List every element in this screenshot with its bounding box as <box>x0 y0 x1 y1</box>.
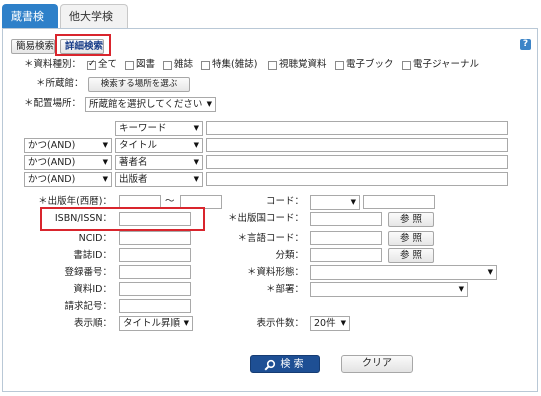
language-code-input[interactable] <box>310 231 382 245</box>
field-select-1[interactable]: キーワード ▼ <box>115 121 203 136</box>
field-select-4[interactable]: 出版者 ▼ <box>115 172 203 187</box>
keyword-input-3[interactable] <box>206 155 508 169</box>
checkbox-ebook[interactable] <box>335 61 344 70</box>
tab-library-search[interactable]: 蔵書検索 <box>2 4 58 47</box>
clear-button[interactable]: クリア <box>341 355 413 373</box>
chevron-down-icon: ▼ <box>193 124 199 132</box>
checkbox-ejournal-label: 電子ジャーナル <box>413 59 480 70</box>
shelf-label: ＊配置場所： <box>24 98 82 109</box>
reg-no-input[interactable] <box>119 265 191 279</box>
country-code-browse-button[interactable]: 参 照 <box>388 212 434 227</box>
chevron-down-icon: ▼ <box>193 141 199 149</box>
search-button-label: 検 索 <box>280 359 304 370</box>
field-select-1-value: キーワード <box>119 123 167 134</box>
chevron-down-icon: ▼ <box>102 141 108 149</box>
field-select-3[interactable]: 著者名 ▼ <box>115 155 203 170</box>
material-form-select[interactable]: ▼ <box>310 265 497 280</box>
classification-browse-button[interactable]: 参 照 <box>388 248 434 263</box>
display-count-select[interactable]: 20件 ▼ <box>310 316 350 331</box>
material-id-label: 資料ID： <box>73 284 112 295</box>
operator-select-4[interactable]: かつ(AND) ▼ <box>24 172 112 187</box>
chevron-down-icon: ▼ <box>458 285 464 293</box>
keyword-input-2[interactable] <box>206 138 508 152</box>
bib-id-label: 書誌ID： <box>73 250 112 261</box>
checkbox-audiovisual-label: 視聴覚資料 <box>279 59 327 70</box>
highlight-detail-search <box>55 34 111 56</box>
select-location-button[interactable]: 検索する場所を選ぶ <box>88 77 190 92</box>
shelf-select-value: 所蔵館を選択してください <box>89 99 203 110</box>
chevron-down-icon: ▼ <box>183 319 189 327</box>
display-count-value: 20件 <box>314 318 336 329</box>
ncid-input[interactable] <box>119 231 191 245</box>
chevron-down-icon: ▼ <box>102 158 108 166</box>
operator-select-2[interactable]: かつ(AND) ▼ <box>24 138 112 153</box>
field-select-2[interactable]: タイトル ▼ <box>115 138 203 153</box>
checkbox-special-issue[interactable] <box>201 61 210 70</box>
department-select[interactable]: ▼ <box>310 282 468 297</box>
language-code-label: ＊言語コード： <box>237 233 304 244</box>
chevron-down-icon: ▼ <box>193 175 199 183</box>
checkbox-ebook-label: 電子ブック <box>346 59 394 70</box>
highlight-isbn <box>40 207 205 231</box>
checkbox-special-issue-label: 特集(雑誌) <box>212 59 258 70</box>
keyword-input-1[interactable] <box>206 121 508 135</box>
material-id-input[interactable] <box>119 282 191 296</box>
checkbox-audiovisual[interactable] <box>268 61 277 70</box>
sort-select-value: タイトル昇順 <box>123 318 181 329</box>
field-select-4-value: 出版者 <box>119 174 148 185</box>
material-form-label: ＊資料形態： <box>246 267 304 278</box>
ncid-label: NCID： <box>78 233 112 244</box>
chevron-down-icon: ▼ <box>193 158 199 166</box>
code-input[interactable] <box>363 195 435 209</box>
checkbox-journals[interactable] <box>163 61 172 70</box>
keyword-input-4[interactable] <box>206 172 508 186</box>
help-icon[interactable]: ? <box>520 39 531 50</box>
operator-select-2-value: かつ(AND) <box>28 140 76 151</box>
sort-label: 表示順： <box>73 318 112 329</box>
search-icon <box>264 359 276 371</box>
sort-select[interactable]: タイトル昇順 ▼ <box>119 316 193 331</box>
display-count-label: 表示件数： <box>256 318 304 329</box>
chevron-down-icon: ▼ <box>102 175 108 183</box>
checkbox-books[interactable] <box>125 61 134 70</box>
material-type-label: ＊資料種別： <box>24 59 82 70</box>
code-label: コード： <box>265 196 304 207</box>
location-label: ＊所蔵館： <box>36 78 84 89</box>
call-no-input[interactable] <box>119 299 191 313</box>
call-no-label: 請求記号： <box>64 301 112 312</box>
operator-select-3[interactable]: かつ(AND) ▼ <box>24 155 112 170</box>
checkbox-journals-label: 雑誌 <box>174 59 194 70</box>
simple-search-button[interactable]: 簡易検索 <box>11 39 55 54</box>
department-label: ＊部署： <box>265 284 304 295</box>
chevron-down-icon: ▼ <box>340 319 346 327</box>
checkbox-ejournal[interactable] <box>402 61 411 70</box>
checkbox-all-label: 全て <box>98 59 118 70</box>
chevron-down-icon: ▼ <box>206 100 212 108</box>
tab-other-university-search[interactable]: 他大学検索 <box>60 4 128 47</box>
language-code-browse-button[interactable]: 参 照 <box>388 231 434 246</box>
chevron-down-icon: ▼ <box>350 198 356 206</box>
operator-select-3-value: かつ(AND) <box>28 157 76 168</box>
field-select-2-value: タイトル <box>119 140 158 151</box>
operator-select-4-value: かつ(AND) <box>28 174 76 185</box>
shelf-select[interactable]: 所蔵館を選択してください ▼ <box>85 97 216 112</box>
checkbox-all[interactable] <box>87 59 96 70</box>
bib-id-input[interactable] <box>119 248 191 262</box>
classification-label: 分類： <box>275 250 304 261</box>
country-code-input[interactable] <box>310 212 382 226</box>
reg-no-label: 登録番号： <box>64 267 112 278</box>
classification-input[interactable] <box>310 248 382 262</box>
checkbox-books-label: 図書 <box>136 59 156 70</box>
code-type-select[interactable]: ▼ <box>310 195 360 210</box>
search-button[interactable]: 検 索 <box>250 355 320 373</box>
field-select-3-value: 著者名 <box>119 157 148 168</box>
chevron-down-icon: ▼ <box>487 268 493 276</box>
country-code-label: ＊出版国コード： <box>227 213 304 224</box>
